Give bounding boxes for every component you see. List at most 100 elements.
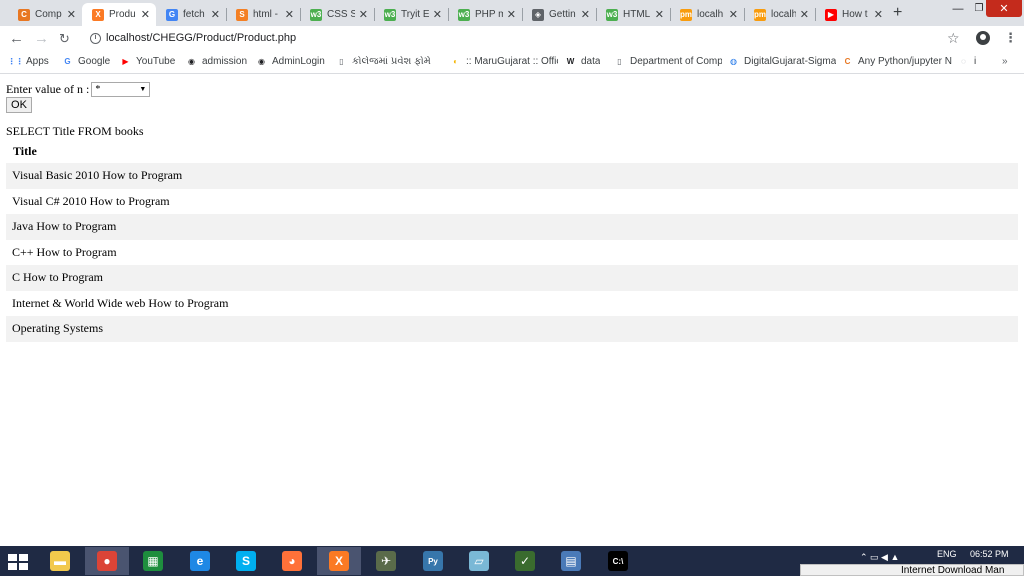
taskbar-app[interactable]: ● <box>85 547 129 575</box>
bookmark-item[interactable]: ▯ Department of Comp <box>614 56 722 67</box>
extension-icon: ◌ <box>961 57 966 66</box>
youtube-icon: ▶ <box>825 8 837 21</box>
notepad-icon: ▱ <box>469 551 489 571</box>
w3schools-icon: w3 <box>606 8 618 21</box>
phpmyadmin-icon: pm <box>680 8 692 21</box>
new-tab-button[interactable]: + <box>893 4 902 22</box>
tab-close-icon[interactable]: ✕ <box>359 8 368 21</box>
bookmark-item[interactable]: C Any Python/jupyter N <box>842 56 952 67</box>
bookmark-item[interactable]: Wdata <box>565 56 601 67</box>
taskbar-app[interactable]: ▤ <box>549 547 593 575</box>
browser-tab[interactable]: ◈ Gettin ✕ <box>522 3 596 26</box>
bookmarks-overflow-icon[interactable]: » <box>1002 56 1008 67</box>
table-row: Visual C# 2010 How to Program <box>12 193 170 208</box>
page-icon: ▯ <box>339 57 344 66</box>
w3schools-icon: w3 <box>384 8 396 21</box>
ok-button[interactable]: OK <box>6 97 32 113</box>
windows-start-icon[interactable] <box>8 554 28 570</box>
bookmark-label: AdminLogin <box>272 56 325 67</box>
restore-button[interactable]: ❐ <box>972 0 986 17</box>
browser-toolbar: ← → ↻ i localhost/CHEGG/Product/Product.… <box>0 26 1024 52</box>
tab-close-icon[interactable]: ✕ <box>729 8 738 21</box>
bookmark-item[interactable]: ◉ admission <box>186 56 247 67</box>
tab-close-icon[interactable]: ✕ <box>67 8 76 21</box>
tab-close-icon[interactable]: ✕ <box>433 8 442 21</box>
address-bar[interactable]: i localhost/CHEGG/Product/Product.php <box>80 28 970 50</box>
bookmark-label: DigitalGujarat-Sigma <box>744 56 836 67</box>
command-prompt-icon: C:\ <box>608 551 628 571</box>
chegg-icon: C <box>844 57 851 66</box>
taskbar-app[interactable]: ▱ <box>457 547 501 575</box>
bookmark-item[interactable]: ◐:: MaruGujarat :: Offic <box>450 56 558 67</box>
tab-close-icon[interactable]: ✕ <box>141 8 150 21</box>
profile-avatar-icon[interactable] <box>976 31 990 45</box>
bookmark-label: Department of Comp <box>630 56 722 67</box>
taskbar-app[interactable]: Py <box>411 547 455 575</box>
info-icon[interactable]: i <box>90 33 101 44</box>
tab-close-icon[interactable]: ✕ <box>211 8 220 21</box>
bookmark-item[interactable]: ▯ કોલેજમાં પ્રવેશ ફોર્મ <box>336 56 430 67</box>
tab-label: localh <box>771 9 796 20</box>
xampp-icon: X <box>92 8 104 21</box>
tab-close-icon[interactable]: ✕ <box>285 8 294 21</box>
bookmark-item[interactable]: ◌ i <box>958 56 976 67</box>
browser-tab[interactable]: Shtml - ✕ <box>226 3 300 26</box>
back-button[interactable]: ← <box>9 31 24 47</box>
n-select[interactable]: * ▼ <box>91 82 151 97</box>
query-text: SELECT Title FROM books <box>6 124 144 138</box>
tab-close-icon[interactable]: ✕ <box>655 8 664 21</box>
browser-tab[interactable]: pm localh ✕ <box>744 3 815 26</box>
idm-notification[interactable]: Internet Download Man <box>800 564 1024 576</box>
browser-tab[interactable]: w3 CSS St ✕ <box>300 3 374 26</box>
language-indicator[interactable]: ENG <box>937 549 957 559</box>
taskbar-app[interactable]: X <box>317 547 361 575</box>
browser-tab[interactable]: C Comp ✕ <box>8 3 82 26</box>
tray-icons[interactable]: ⌃ ▭ ◀ ▲ <box>860 552 899 563</box>
taskbar-app[interactable]: ▦ <box>131 547 175 575</box>
bookmark-item[interactable]: ◍ DigitalGujarat-Sigma <box>728 56 836 67</box>
store-icon: ▦ <box>143 551 163 571</box>
tab-close-icon[interactable]: ✕ <box>507 8 516 21</box>
reload-button[interactable]: ↻ <box>59 31 70 47</box>
browser-tab[interactable]: X Produ ✕ <box>82 3 156 26</box>
page-icon: ▯ <box>617 57 622 66</box>
bookmark-star-icon[interactable]: ☆ <box>947 30 960 47</box>
tab-close-icon[interactable]: ✕ <box>800 8 809 21</box>
browser-tab[interactable]: w3 Tryit E ✕ <box>374 3 448 26</box>
close-window-button[interactable]: ✕ <box>986 0 1022 17</box>
wikipedia-icon: W <box>566 57 575 66</box>
marugujarat-icon: ◐ <box>453 57 458 66</box>
taskbar-app[interactable]: S <box>224 547 268 575</box>
taskbar-app[interactable]: ◕ <box>270 547 314 575</box>
table-row: Internet & World Wide web How to Program <box>12 295 229 310</box>
table-header-title: Title <box>13 144 37 158</box>
browser-tab[interactable]: Gfetch ✕ <box>156 3 226 26</box>
bookmark-item[interactable]: ⋮⋮ Apps <box>10 56 49 67</box>
menu-kebab-icon[interactable]: ⋮ <box>1004 31 1017 44</box>
taskbar-app[interactable]: ▬ <box>38 547 82 575</box>
forward-button[interactable]: → <box>34 31 49 47</box>
google-icon: G <box>166 8 178 21</box>
google-icon: G <box>64 57 71 66</box>
browser-tab[interactable]: ▶ How t ✕ <box>815 3 889 26</box>
globe-icon: ◉ <box>188 57 195 66</box>
browser-tab[interactable]: pm localh ✕ <box>670 3 744 26</box>
minimize-button[interactable]: — <box>944 0 972 17</box>
taskbar-app[interactable]: e <box>178 547 222 575</box>
tab-close-icon[interactable]: ✕ <box>874 8 883 21</box>
url-text[interactable]: localhost/CHEGG/Product/Product.php <box>106 32 296 44</box>
bookmark-item[interactable]: ◉ AdminLogin <box>256 56 325 67</box>
taskbar-app[interactable]: ✈ <box>364 547 408 575</box>
bookmark-item[interactable]: G Google <box>62 56 110 67</box>
chegg-icon: C <box>18 8 30 21</box>
tab-close-icon[interactable]: ✕ <box>581 8 590 21</box>
browser-tab[interactable]: w3 HTML ✕ <box>596 3 670 26</box>
taskbar-app[interactable]: C:\ <box>596 547 640 575</box>
clock[interactable]: 06:52 PM <box>970 549 1009 559</box>
chart-app-icon: ✓ <box>515 551 535 571</box>
bookmark-item[interactable]: ▶ YouTube <box>120 56 175 67</box>
taskbar-app[interactable]: ✓ <box>503 547 547 575</box>
browser-tab[interactable]: w3 PHP m ✕ <box>448 3 522 26</box>
idm-notification-text: Internet Download Man <box>901 565 1005 576</box>
bookmark-label: i <box>974 56 977 67</box>
